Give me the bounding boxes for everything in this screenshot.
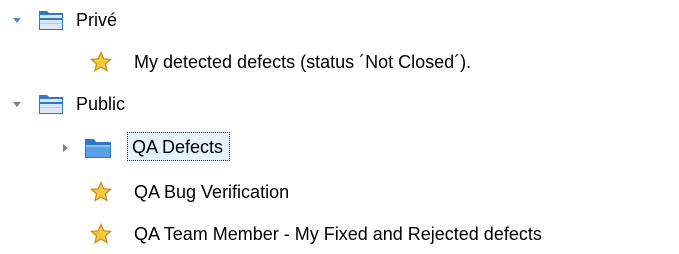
tree-node-label: Public — [76, 94, 126, 114]
star-icon — [89, 51, 113, 78]
folder-icon — [84, 136, 112, 165]
star-icon — [89, 223, 113, 250]
tree-node-my-detected-defects[interactable]: My detected defects (status ´Not Closed´… — [0, 45, 480, 79]
tree-node-label: QA Team Member - My Fixed and Rejected d… — [134, 224, 542, 244]
tree-node-label: QA Defects — [127, 132, 231, 161]
tree-node-label: QA Bug Verification — [134, 182, 290, 202]
folder-open-icon — [38, 8, 64, 37]
favorites-tree: Privé My detected defects (status ´Not C… — [0, 0, 679, 254]
tree-node-label: Privé — [76, 10, 118, 30]
tree-node-public[interactable]: Public — [0, 87, 200, 121]
star-icon — [89, 181, 113, 208]
tree-node-prive[interactable]: Privé — [0, 3, 200, 37]
tree-node-qa-bug-verification[interactable]: QA Bug Verification — [0, 175, 360, 209]
expanded-arrow-icon[interactable] — [10, 13, 24, 27]
folder-open-icon — [38, 92, 64, 121]
tree-node-qa-defects[interactable]: QA Defects — [0, 131, 320, 165]
expanded-arrow-icon[interactable] — [10, 97, 24, 111]
collapsed-arrow-icon[interactable] — [58, 141, 72, 155]
tree-node-label: My detected defects (status ´Not Closed´… — [134, 52, 472, 72]
tree-node-qa-team-member[interactable]: QA Team Member - My Fixed and Rejected d… — [0, 217, 679, 251]
